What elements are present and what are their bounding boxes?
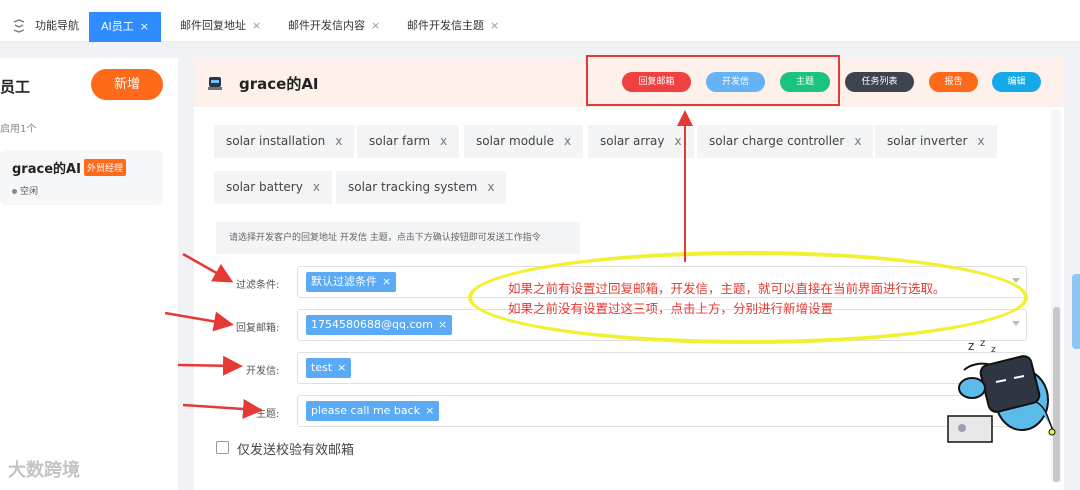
tag-close-icon[interactable]: x bbox=[440, 134, 447, 148]
tab-reply-address[interactable]: 邮件回复地址 × bbox=[180, 11, 261, 41]
svg-text:z: z bbox=[968, 339, 974, 353]
task-list-button[interactable]: 任务列表 bbox=[845, 72, 914, 92]
close-icon[interactable]: × bbox=[140, 20, 149, 33]
svg-text:z: z bbox=[980, 338, 985, 349]
letter-select[interactable]: test × bbox=[297, 352, 1027, 384]
robot-avatar-icon bbox=[208, 77, 222, 90]
status-dot-icon bbox=[12, 189, 17, 194]
keyword-tag[interactable]: solar array x bbox=[588, 125, 694, 158]
chip-close-icon[interactable]: × bbox=[337, 361, 346, 374]
top-tab-bar: 功能导航 AI员工 × 邮件回复地址 × 邮件开发信内容 × 邮件开发信主题 × bbox=[0, 0, 1080, 42]
ai-title: grace的AI bbox=[239, 75, 319, 93]
tab-function-nav[interactable]: 功能导航 bbox=[35, 11, 79, 41]
tag-close-icon[interactable]: x bbox=[487, 180, 494, 194]
add-staff-button[interactable]: 新增 bbox=[91, 69, 163, 100]
letter-label: 开发信: bbox=[246, 366, 280, 377]
instruction-hint: 请选择开发客户的回复地址 开发信 主题，点击下方确认按钮即可发送工作指令 bbox=[216, 222, 580, 254]
keyword-tag[interactable]: solar charge controller x bbox=[697, 125, 874, 158]
detail-header: grace的AI 回复邮箱 开发信 主题 任务列表 报告 编辑 bbox=[194, 55, 1064, 107]
watermark-logo: 大数跨境 bbox=[8, 460, 80, 481]
highlight-box bbox=[586, 55, 840, 106]
staff-list-panel: 员工 新增 启用1个 grace的AI 外贸经理 空闲 bbox=[0, 58, 178, 490]
tab-ai-staff[interactable]: AI员工 × bbox=[89, 12, 161, 42]
keyword-tag[interactable]: solar inverter x bbox=[875, 125, 997, 158]
close-icon[interactable]: × bbox=[252, 19, 261, 32]
staff-card[interactable]: grace的AI 外贸经理 空闲 bbox=[0, 150, 163, 205]
edit-button[interactable]: 编辑 bbox=[992, 72, 1041, 92]
close-icon[interactable]: × bbox=[371, 19, 380, 32]
report-button[interactable]: 报告 bbox=[929, 72, 978, 92]
panel-title: 员工 bbox=[0, 78, 31, 96]
filter-chip: 默认过滤条件 × bbox=[306, 272, 397, 292]
keyword-tag[interactable]: solar module x bbox=[464, 125, 584, 158]
keyword-tag[interactable]: solar battery x bbox=[214, 171, 332, 204]
side-expand-handle[interactable] bbox=[1072, 274, 1080, 349]
status-text: 空闲 bbox=[12, 184, 38, 197]
chip-close-icon[interactable]: × bbox=[438, 318, 447, 331]
tab-letter-content[interactable]: 邮件开发信内容 × bbox=[288, 11, 380, 41]
chip-close-icon[interactable]: × bbox=[425, 404, 434, 417]
nav-home-icon bbox=[13, 19, 25, 33]
role-badge: 外贸经理 bbox=[84, 159, 127, 176]
valid-only-checkbox[interactable] bbox=[216, 441, 229, 454]
tag-close-icon[interactable]: x bbox=[335, 134, 342, 148]
enabled-count: 启用1个 bbox=[0, 124, 37, 135]
chevron-down-icon[interactable] bbox=[1012, 321, 1020, 326]
annotation-line-1: 如果之前有设置过回复邮箱，开发信，主题，就可以直接在当前界面进行选取。 bbox=[508, 281, 946, 296]
staff-name: grace的AI bbox=[12, 162, 81, 177]
tab-letter-subject[interactable]: 邮件开发信主题 × bbox=[407, 11, 499, 41]
sleeping-robot-mascot-icon: z z z bbox=[947, 338, 1056, 443]
keyword-tag[interactable]: solar farm x bbox=[357, 125, 460, 158]
subject-select[interactable]: please call me back × bbox=[297, 395, 1027, 427]
filter-label: 过滤条件: bbox=[236, 280, 280, 291]
keyword-tag[interactable]: solar installation x bbox=[214, 125, 355, 158]
reply-chip: 1754580688@qq.com × bbox=[306, 315, 453, 335]
subject-chip: please call me back × bbox=[306, 401, 440, 421]
reply-label: 回复邮箱: bbox=[236, 323, 280, 334]
keyword-tag[interactable]: solar tracking system x bbox=[336, 171, 507, 204]
tag-close-icon[interactable]: x bbox=[854, 134, 861, 148]
valid-only-label: 仅发送校验有效邮箱 bbox=[237, 443, 355, 458]
tag-close-icon[interactable]: x bbox=[564, 134, 571, 148]
svg-text:z: z bbox=[991, 345, 996, 355]
subject-label: 主题: bbox=[256, 409, 280, 420]
letter-chip: test × bbox=[306, 358, 352, 378]
tag-close-icon[interactable]: x bbox=[977, 134, 984, 148]
tag-close-icon[interactable]: x bbox=[313, 180, 320, 194]
chip-close-icon[interactable]: × bbox=[382, 275, 391, 288]
annotation-line-2: 如果之前没有设置过这三项，点击上方，分别进行新增设置 bbox=[508, 301, 834, 316]
tag-close-icon[interactable]: x bbox=[675, 134, 682, 148]
close-icon[interactable]: × bbox=[490, 19, 499, 32]
